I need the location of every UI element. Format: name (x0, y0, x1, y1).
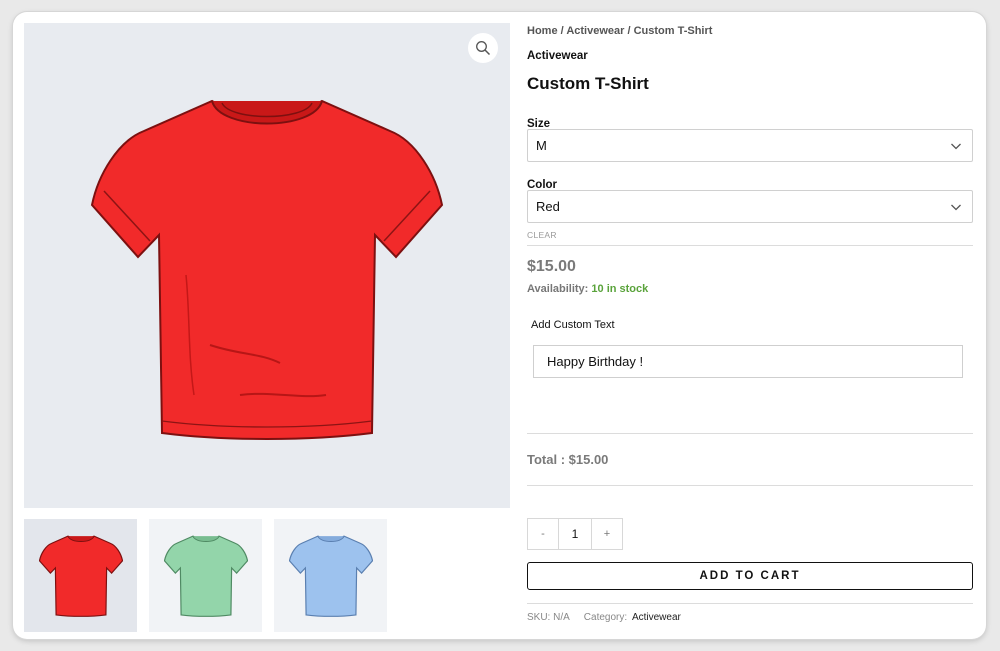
size-select[interactable]: M (527, 129, 973, 162)
category-link[interactable]: Activewear (632, 612, 681, 623)
divider (527, 433, 973, 434)
tshirt-blue-thumbnail (288, 534, 373, 617)
clear-selection-link[interactable]: CLEAR (527, 230, 557, 240)
zoom-button[interactable] (468, 33, 498, 63)
product-meta: SKU: N/A Category: Activewear (527, 612, 681, 623)
color-select[interactable]: Red (527, 190, 973, 223)
tshirt-green-thumbnail (163, 534, 248, 617)
category-label: Category: (583, 612, 628, 623)
size-selected-value: M (536, 138, 547, 153)
breadcrumb-separator: / (557, 25, 567, 37)
breadcrumb-current: Custom T-Shirt (633, 25, 713, 37)
custom-text-input[interactable] (533, 345, 963, 378)
chevron-down-icon (951, 143, 961, 150)
magnifier-icon (476, 41, 491, 56)
total-price: Total : $15.00 (527, 452, 609, 467)
breadcrumb-category[interactable]: Activewear (566, 25, 624, 37)
product-details-panel: Home / Activewear / Custom T-Shirt Activ… (527, 12, 974, 639)
tshirt-main-image (90, 99, 444, 440)
sku: SKU: N/A (527, 612, 570, 623)
thumbnail-green[interactable] (149, 519, 262, 632)
product-title: Custom T-Shirt (527, 74, 649, 93)
thumbnail-blue[interactable] (274, 519, 387, 632)
breadcrumb-home[interactable]: Home (527, 25, 558, 37)
availability-label: Availability: (527, 283, 589, 295)
stock-status: 10 in stock (591, 283, 649, 295)
breadcrumb: Home / Activewear / Custom T-Shirt (527, 25, 712, 37)
quantity-decrease-button[interactable]: - (527, 518, 559, 550)
divider (527, 485, 973, 486)
thumbnail-gallery (24, 519, 387, 632)
divider (527, 603, 973, 604)
main-product-image[interactable] (24, 23, 510, 508)
product-page: Home / Activewear / Custom T-Shirt Activ… (13, 12, 986, 639)
chevron-down-icon (951, 204, 961, 211)
product-brand: Activewear (527, 50, 588, 62)
add-to-cart-button[interactable]: ADD TO CART (527, 562, 973, 590)
quantity-stepper: - 1 + (527, 518, 623, 550)
tshirt-red-thumbnail (38, 534, 123, 617)
availability: Availability: 10 in stock (527, 283, 648, 295)
quantity-increase-button[interactable]: + (591, 518, 623, 550)
breadcrumb-separator: / (624, 25, 634, 37)
thumbnail-red[interactable] (24, 519, 137, 632)
color-selected-value: Red (536, 199, 560, 214)
product-price: $15.00 (527, 258, 576, 275)
quantity-input[interactable]: 1 (559, 518, 591, 550)
divider (527, 245, 973, 246)
custom-text-label: Add Custom Text (531, 319, 615, 331)
